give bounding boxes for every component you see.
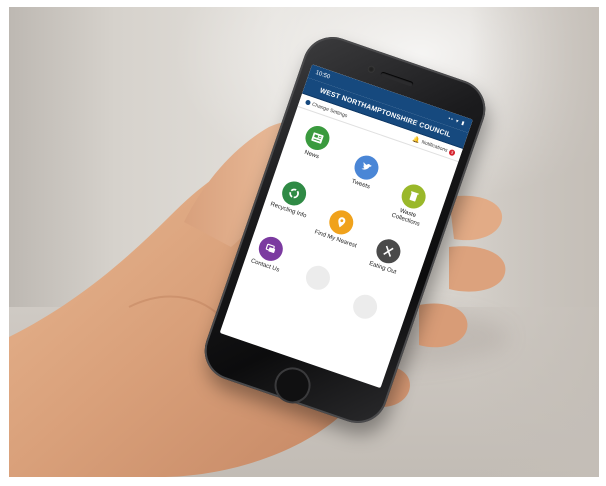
empty-tile-placeholder (302, 262, 334, 294)
tile-empty (339, 288, 390, 326)
tile-find-my-nearest[interactable]: Find My Nearest (312, 204, 367, 251)
earpiece-speaker (380, 71, 414, 88)
recycle-icon (278, 178, 310, 209)
tile-contact-us[interactable]: Contact Us (242, 230, 297, 277)
tile-tweets[interactable]: Tweets (338, 149, 393, 196)
front-camera-icon (366, 64, 376, 74)
settings-icon (304, 99, 312, 106)
empty-tile-placeholder (349, 291, 381, 322)
tile-label: Waste Collections (390, 207, 421, 228)
status-icons: •• ▾ ▮ (447, 115, 466, 128)
tile-recycling-info[interactable]: Recycling Info (265, 175, 320, 222)
bell-icon: 🔔 (411, 136, 421, 145)
tile-news[interactable]: News (289, 119, 344, 166)
newspaper-icon (302, 122, 333, 154)
cutlery-icon (373, 236, 404, 267)
status-time: 10:50 (314, 70, 331, 81)
chat-icon (255, 233, 287, 265)
location-pin-icon (326, 207, 357, 238)
tile-empty (292, 259, 343, 297)
tile-eating-out[interactable]: Eating Out (360, 232, 415, 279)
tile-waste-collections[interactable]: Waste Collections (382, 178, 439, 232)
notification-badge: 3 (448, 148, 456, 156)
bird-icon (351, 152, 382, 183)
bin-icon (398, 181, 429, 212)
